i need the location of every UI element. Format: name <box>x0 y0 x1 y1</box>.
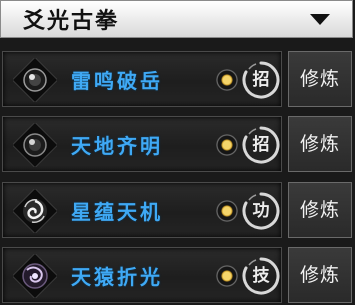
style-dropdown[interactable]: 爻光古拳 <box>0 0 353 38</box>
dark-orb-icon <box>13 123 57 167</box>
skill-card[interactable]: 天猿折光 技 <box>2 247 282 303</box>
white-swirl-icon <box>13 189 57 233</box>
gold-coin-icon <box>216 265 238 287</box>
skill-name: 天地齐明 <box>71 134 163 158</box>
practice-button[interactable]: 修炼 <box>288 116 352 172</box>
skill-type-label: 招 <box>252 70 270 90</box>
gold-coin-icon <box>216 200 238 222</box>
gold-coin-icon <box>216 69 238 91</box>
skill-row: 天猿折光 技 修炼 <box>0 247 355 303</box>
dark-orb-icon <box>13 58 57 102</box>
skill-type-label: 招 <box>252 135 270 155</box>
skill-name: 星蕴天机 <box>71 200 163 224</box>
skill-type-badge: 招 <box>241 125 281 165</box>
skill-type-label: 功 <box>252 201 270 221</box>
skill-type-badge: 招 <box>241 60 281 100</box>
gold-coin-icon <box>216 134 238 156</box>
skill-card[interactable]: 雷鸣破岳 招 <box>2 51 282 107</box>
chevron-down-icon[interactable] <box>310 14 330 25</box>
skill-name: 雷鸣破岳 <box>71 69 163 93</box>
skill-card[interactable]: 天地齐明 招 <box>2 116 282 172</box>
skill-type-badge: 技 <box>241 256 281 296</box>
skill-row: 天地齐明 招 修炼 <box>0 116 355 172</box>
skill-panel: 爻光古拳 雷鸣破岳 招 修炼 天地齐明 招 修炼 星蕴天机 功 修炼 天猿折光 … <box>0 0 355 305</box>
skill-type-label: 技 <box>252 266 270 286</box>
skill-card[interactable]: 星蕴天机 功 <box>2 182 282 238</box>
practice-button[interactable]: 修炼 <box>288 51 352 107</box>
skill-type-badge: 功 <box>241 191 281 231</box>
skill-row: 星蕴天机 功 修炼 <box>0 182 355 238</box>
skill-name: 天猿折光 <box>71 265 163 289</box>
practice-button[interactable]: 修炼 <box>288 182 352 238</box>
skill-row: 雷鸣破岳 招 修炼 <box>0 51 355 107</box>
purple-vortex-icon <box>13 254 57 298</box>
dropdown-title: 爻光古拳 <box>23 8 120 34</box>
practice-button[interactable]: 修炼 <box>288 247 352 303</box>
